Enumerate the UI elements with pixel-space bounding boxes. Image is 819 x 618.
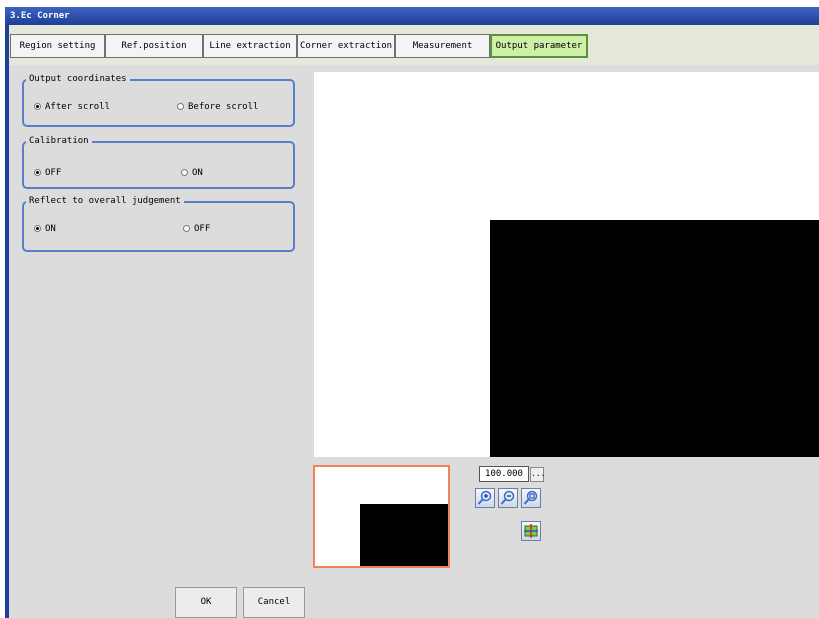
radio-unselected-icon [183,225,190,232]
radio-label: After scroll [45,102,111,112]
radio-reflect-off[interactable]: OFF [183,223,210,235]
tab-output-parameter[interactable]: Output parameter [490,34,588,58]
radio-label: OFF [194,224,211,234]
zoom-more-button[interactable]: ... [530,467,545,482]
radio-label: ON [45,224,56,234]
radio-selected-icon [34,103,41,110]
cancel-button[interactable]: Cancel [243,587,305,618]
radio-label: Before scroll [188,102,259,112]
radio-unselected-icon [177,103,184,110]
thumbnail-dark-region [360,504,448,566]
tab-region-setting[interactable]: Region setting [10,34,105,58]
radio-after-scroll[interactable]: After scroll [34,101,110,113]
calibration-group: Calibration OFF ON [22,135,295,189]
tab-ref-position[interactable]: Ref.position [105,34,203,58]
reflect-judgement-group: Reflect to overall judgement ON OFF [22,195,295,252]
zoom-value-field[interactable]: 100.000 [479,466,529,482]
window-title: 3.Ec Corner [5,7,819,25]
radio-unselected-icon [181,169,188,176]
output-coordinates-group: Output coordinates After scroll Before s… [22,73,295,127]
output-coordinates-title: Output coordinates [26,73,130,85]
radio-label: OFF [45,168,62,178]
radio-selected-icon [34,225,41,232]
zoom-in-icon [477,490,492,505]
zoom-out-icon [500,490,515,505]
zoom-fit-button[interactable] [521,488,541,508]
zoom-in-button[interactable] [475,488,495,508]
radio-calibration-on[interactable]: ON [181,167,203,179]
radio-reflect-on[interactable]: ON [34,223,56,235]
image-dark-region [490,220,819,457]
radio-before-scroll[interactable]: Before scroll [177,101,258,113]
image-display-icon [524,524,538,538]
radio-label: ON [192,168,203,178]
calibration-title: Calibration [26,135,92,147]
ok-button[interactable]: OK [175,587,237,618]
radio-calibration-off[interactable]: OFF [34,167,61,179]
image-display-button[interactable] [521,521,541,541]
tab-measurement[interactable]: Measurement [395,34,490,58]
tab-corner-extraction[interactable]: Corner extraction [297,34,395,58]
radio-selected-icon [34,169,41,176]
tab-line-extraction[interactable]: Line extraction [203,34,297,58]
zoom-fit-icon [523,490,538,505]
reflect-judgement-title: Reflect to overall judgement [26,195,184,207]
zoom-out-button[interactable] [498,488,518,508]
